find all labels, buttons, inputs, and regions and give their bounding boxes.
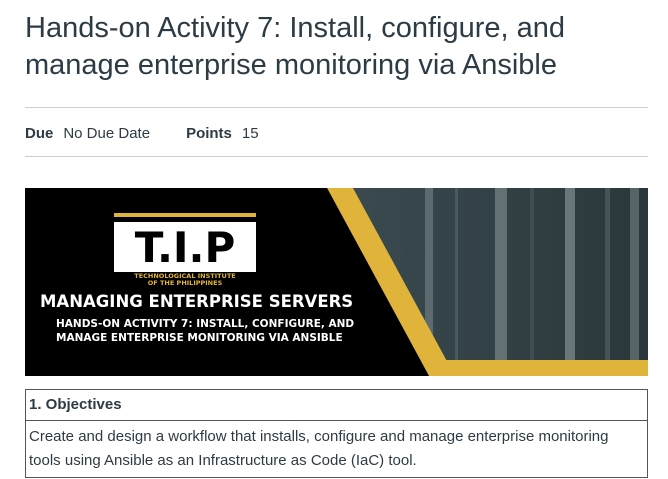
table-row: 1. Objectives [25, 389, 648, 421]
table-row: Create and design a workflow that instal… [25, 420, 648, 478]
page-title: Hands-on Activity 7: Install, configure,… [25, 12, 566, 81]
gold-bottom-strip [442, 360, 648, 376]
banner-subheading-2: MANAGE ENTERPRISE MONITORING VIA ANSIBLE [56, 332, 343, 344]
activity-banner-image: T.I.P TECHNOLOGICAL INSTITUTE OF THE PHI… [25, 188, 648, 376]
objectives-text: Create and design a workflow that instal… [25, 420, 648, 478]
objectives-heading: 1. Objectives [25, 389, 648, 421]
due-label: Due [25, 125, 54, 142]
logo-subtitle-2: OF THE PHILIPPINES [148, 279, 223, 287]
banner-subheading-1: HANDS-ON ACTIVITY 7: INSTALL, CONFIGURE,… [56, 318, 354, 330]
points-value: 15 [241, 125, 259, 142]
banner-heading: MANAGING ENTERPRISE SERVERS [40, 292, 353, 311]
server-racks [425, 188, 639, 376]
due-value: No Due Date [63, 125, 151, 142]
divider-bottom [25, 156, 648, 157]
points-label: Points [186, 125, 232, 142]
logo-top-bar [114, 213, 256, 217]
logo-text: T.I.P [135, 223, 236, 272]
divider-top [25, 107, 648, 108]
content-table: 1. Objectives Create and design a workfl… [25, 389, 648, 478]
assignment-details: Due No Due Date Points 15 [25, 124, 295, 144]
